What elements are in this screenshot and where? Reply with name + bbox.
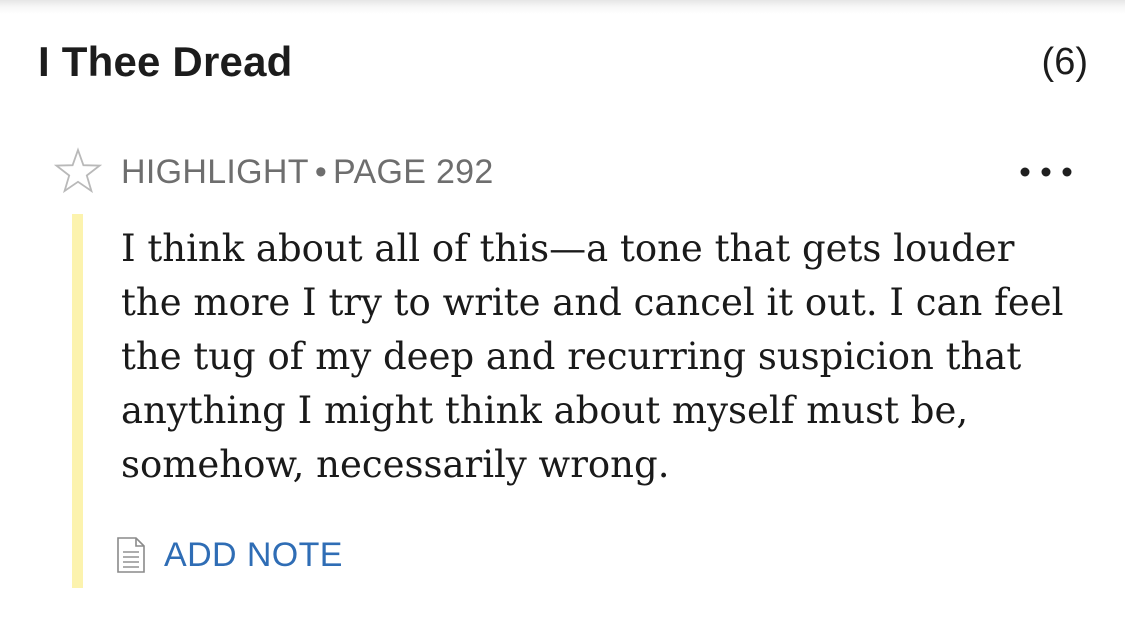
highlight-color-bar xyxy=(72,214,83,588)
star-outline-icon[interactable] xyxy=(52,146,104,198)
top-divider-shadow xyxy=(0,0,1125,14)
more-horizontal-icon[interactable] xyxy=(1016,150,1082,194)
annotation-type: HIGHLIGHT xyxy=(121,153,309,191)
highlight-text[interactable]: I think about all of this—a tone that ge… xyxy=(121,222,1081,492)
add-note-label: ADD NOTE xyxy=(164,535,343,574)
annotation-card: HIGHLIGHT • PAGE 292 I think about all of … xyxy=(52,140,1082,600)
meta-separator: • xyxy=(314,153,328,191)
annotation-page: PAGE 292 xyxy=(333,153,494,191)
annotation-meta: HIGHLIGHT • PAGE 292 xyxy=(121,152,494,192)
chapter-annotation-count: (6) xyxy=(1041,41,1088,83)
add-note-button[interactable]: ADD NOTE xyxy=(116,530,343,580)
chapter-header: I Thee Dread (6) xyxy=(38,36,1088,88)
chapter-title: I Thee Dread xyxy=(38,38,293,85)
document-icon xyxy=(117,537,145,573)
